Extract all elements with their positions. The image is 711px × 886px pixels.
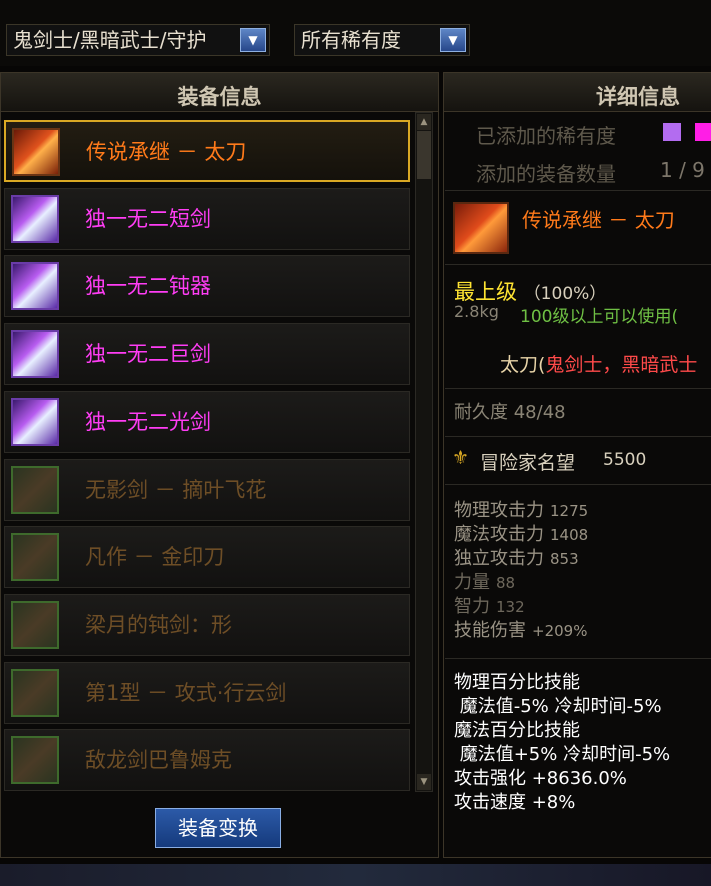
stat-row: 魔法攻击力 1408	[454, 520, 588, 546]
detail-info-title: 详细信息	[444, 73, 711, 112]
chevron-down-icon[interactable]: ▼	[240, 28, 266, 52]
equipment-info-title: 装备信息	[1, 73, 438, 112]
effect-line: 魔法百分比技能	[454, 720, 580, 741]
equipment-swap-button[interactable]: 装备变换	[155, 808, 281, 848]
fame-value: 5500	[603, 450, 647, 470]
short-sword-icon	[11, 194, 59, 243]
effect-line: 魔法值-5% 冷却时间-5%	[454, 696, 662, 717]
effect-line: 攻击速度 +8%	[454, 792, 576, 813]
equipment-list-item[interactable]: 独一无二短剑	[4, 187, 410, 250]
item-weight: 2.8kg	[454, 302, 499, 321]
stat-label: 力量	[454, 572, 490, 593]
great-sword-icon	[11, 330, 59, 379]
weapon-type-prefix: 太刀(	[500, 354, 546, 376]
equipment-list-item[interactable]: 独一无二钝器	[4, 255, 410, 318]
bottom-scenery	[0, 864, 711, 886]
level-requirement: 100级以上可以使用(	[520, 307, 679, 327]
grade-percent: （100%）	[523, 284, 607, 304]
sword-icon	[11, 465, 59, 514]
equipment-list-item[interactable]: 第1型 － 攻式·行云剑	[4, 661, 410, 724]
rarity-color-swatch	[663, 123, 681, 141]
equipment-name: 凡作 － 金印刀	[85, 545, 225, 570]
equipment-name: 独一无二巨剑	[85, 342, 211, 367]
chevron-down-icon[interactable]: ▼	[440, 28, 466, 52]
equipment-name: 传说承继 － 太刀	[86, 140, 247, 164]
equipment-list-item[interactable]: 独一无二光剑	[4, 390, 410, 453]
grade-label: 最上级	[454, 280, 517, 304]
equipment-name: 独一无二光剑	[85, 409, 211, 434]
scroll-thumb[interactable]	[417, 131, 431, 179]
stat-value: 132	[496, 598, 525, 616]
weapon-type: 太刀(鬼剑士，黑暗武士	[500, 350, 697, 377]
stat-row: 智力 132	[454, 592, 525, 618]
fame-crest-icon: ⚜	[452, 447, 470, 469]
effect-line: 魔法值+5% 冷却时间-5%	[454, 744, 671, 765]
added-count-label: 添加的装备数量	[476, 162, 616, 186]
fame-label: 冒险家名望	[480, 452, 576, 474]
stat-value: 1408	[550, 526, 589, 544]
equipment-name: 无影剑 － 摘叶飞花	[85, 477, 267, 502]
blunt-sword-icon	[11, 600, 59, 649]
equipment-list-item[interactable]: 独一无二巨剑	[4, 323, 410, 386]
blunt-weapon-icon	[11, 262, 59, 311]
weapon-type-classes: 鬼剑士，黑暗武士	[545, 354, 698, 376]
katana-icon	[12, 128, 60, 176]
scroll-down-icon[interactable]: ▼	[417, 774, 431, 790]
stat-row: 独立攻击力 853	[454, 544, 579, 570]
equipment-list-item[interactable]: 梁月的钝剑：形	[4, 593, 410, 656]
equipment-name: 独一无二短剑	[85, 206, 211, 231]
stat-value: +209%	[532, 622, 588, 640]
rarity-filter-dropdown[interactable]: 所有稀有度 ▼	[294, 24, 470, 56]
stat-value: 1275	[550, 502, 589, 520]
stat-label: 智力	[454, 596, 490, 617]
sword-icon	[11, 668, 59, 717]
stat-label: 独立攻击力	[454, 548, 544, 569]
scroll-up-icon[interactable]: ▲	[417, 114, 431, 130]
equipment-name: 敌龙剑巴鲁姆克	[85, 748, 232, 773]
blade-icon	[11, 533, 59, 582]
rarity-filter-value: 所有稀有度	[301, 28, 401, 52]
equipment-list-item[interactable]: 凡作 － 金印刀	[4, 526, 410, 589]
equipment-list-item[interactable]: 无影剑 － 摘叶飞花	[4, 458, 410, 521]
rarity-color-swatch	[695, 123, 711, 141]
lightsaber-icon	[11, 397, 59, 446]
durability: 耐久度 48/48	[454, 402, 566, 423]
dragon-sword-icon	[11, 736, 59, 785]
stat-label: 魔法攻击力	[454, 524, 544, 545]
stat-row: 技能伤害 +209%	[454, 616, 587, 642]
stat-label: 技能伤害	[454, 620, 526, 641]
stat-row: 力量 88	[454, 568, 515, 594]
list-scrollbar[interactable]: ▲ ▼	[415, 112, 433, 792]
class-filter-dropdown[interactable]: 鬼剑士/黑暗武士/守护 ▼	[6, 24, 270, 56]
stat-row: 物理攻击力 1275	[454, 496, 588, 522]
top-bar: 鬼剑士/黑暗武士/守护 ▼ 所有稀有度 ▼	[0, 0, 711, 66]
katana-icon	[453, 202, 509, 254]
effect-line: 攻击强化 +8636.0%	[454, 768, 627, 789]
added-rarity-label: 已添加的稀有度	[476, 124, 616, 148]
detail-item-name: 传说承继 － 太刀	[522, 208, 675, 232]
stat-value: 88	[496, 574, 516, 592]
stat-label: 物理攻击力	[454, 500, 544, 521]
equipment-name: 独一无二钝器	[85, 274, 211, 299]
equipment-name: 第1型 － 攻式·行云剑	[85, 680, 287, 705]
equipment-list-item[interactable]: 敌龙剑巴鲁姆克	[4, 729, 410, 792]
class-filter-value: 鬼剑士/黑暗武士/守护	[13, 28, 207, 52]
effect-line: 物理百分比技能	[454, 672, 580, 693]
added-count-value: 1 / 9	[660, 158, 705, 182]
equipment-name: 梁月的钝剑：形	[85, 612, 232, 637]
stat-value: 853	[550, 550, 579, 568]
equipment-list-item[interactable]: 传说承继 － 太刀	[4, 120, 410, 182]
